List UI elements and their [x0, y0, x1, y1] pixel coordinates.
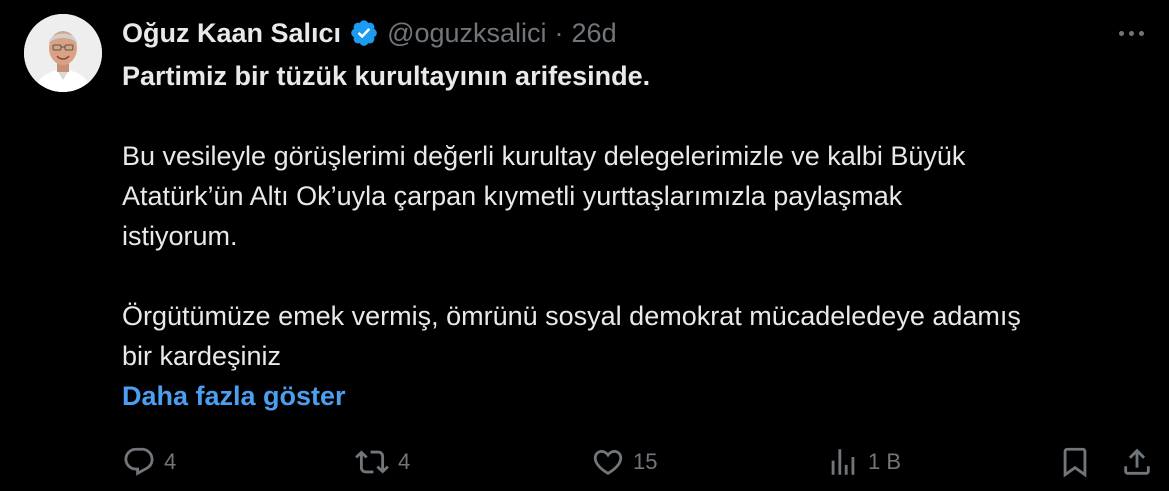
like-button[interactable]: 15 [591, 444, 657, 480]
tweet-content: Oğuz Kaan Salıcı @oguzksalici · 26d Part… [122, 14, 1152, 416]
verified-badge-icon [349, 18, 379, 48]
analytics-icon [826, 445, 860, 479]
more-icon[interactable] [1111, 18, 1151, 48]
repost-count: 4 [398, 449, 411, 474]
bookmark-button[interactable] [1058, 444, 1092, 480]
share-button[interactable] [1120, 444, 1154, 480]
like-count: 15 [633, 449, 658, 474]
views-count: 1 B [868, 449, 902, 474]
reply-button[interactable]: 4 [122, 444, 176, 480]
tweet[interactable]: Oğuz Kaan Salıcı @oguzksalici · 26d Part… [0, 0, 1169, 491]
share-icon [1120, 445, 1154, 479]
separator-dot: · [554, 17, 564, 48]
tweet-text-line: bir kardeşiniz [122, 341, 282, 371]
repost-button[interactable]: 4 [354, 444, 410, 480]
author-name[interactable]: Oğuz Kaan Salıcı [122, 18, 341, 49]
tweet-header: Oğuz Kaan Salıcı @oguzksalici · 26d [122, 14, 1152, 52]
tweet-text: Partimiz bir tüzük kurultayının arifesin… [122, 56, 1152, 376]
reply-icon [122, 445, 156, 479]
tweet-text-line: Partimiz bir tüzük kurultayının arifesin… [122, 61, 651, 91]
tweet-text-line: istiyorum. [122, 221, 238, 251]
tweet-text-line: Atatürk’ün Altı Ok’uyla çarpan kıymetli … [122, 181, 903, 211]
views-button[interactable]: 1 B [826, 444, 901, 480]
avatar-image [24, 14, 102, 92]
show-more-link[interactable]: Daha fazla göster [122, 376, 1152, 416]
author-handle[interactable]: @oguzksalici [387, 18, 546, 49]
heart-icon [591, 445, 625, 479]
avatar[interactable] [24, 14, 102, 92]
tweet-text-line: Bu vesileyle görüşlerimi değerli kurulta… [122, 141, 966, 171]
tweet-text-line: Örgütümüze emek vermiş, ömrünü sosyal de… [122, 301, 1021, 331]
bookmark-icon [1058, 445, 1092, 479]
repost-icon [354, 445, 390, 479]
reply-count: 4 [164, 449, 177, 474]
tweet-actions: 4 4 15 1 B [122, 444, 1156, 480]
timestamp[interactable]: 26d [572, 18, 617, 49]
